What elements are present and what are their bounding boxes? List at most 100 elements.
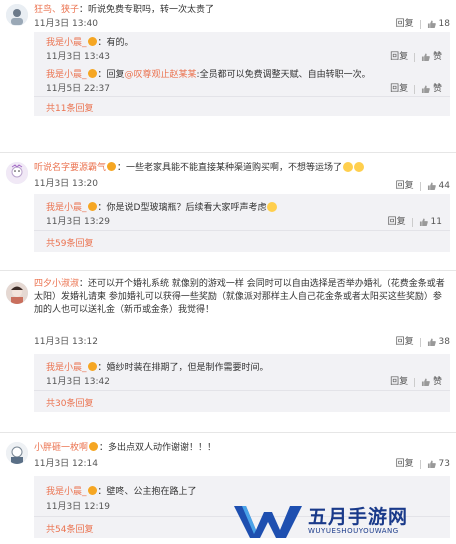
like-count: 11 bbox=[430, 217, 442, 227]
like-label: 赞 bbox=[432, 52, 442, 62]
username-link[interactable]: 四夕小淑淑 bbox=[34, 279, 79, 289]
comment: 听说名字要源霸气 ：一些老家具能不能直接某种渠道购买啊，不想等运场了 11月3日 … bbox=[0, 158, 456, 191]
comment-line: 四夕小淑淑：还可以开个婚礼系统 就像别的游戏一样 会同时可以自由选择是否举办婚礼… bbox=[34, 278, 446, 317]
like-icon[interactable] bbox=[421, 376, 430, 388]
vip-badge-icon bbox=[87, 69, 97, 78]
username-link[interactable]: 我是小晨_ bbox=[46, 203, 87, 213]
reply-line: 我是小晨_ ：你是说D型玻璃瓶？后续看大家呼声考虑 bbox=[46, 202, 278, 214]
comment-time: 11月3日 13:40 bbox=[34, 19, 98, 29]
reply-actions: 回复 赞 bbox=[390, 83, 442, 96]
reply-item: 我是小晨_ ：回复@叹尊观止赵某某:全员都可以免费调整天赋、自由转职一次。 11月… bbox=[34, 64, 450, 96]
like-count: 38 bbox=[438, 337, 450, 347]
comment: 狂鸟、狭子：听说免费专职吗，转一次太贵了 11月3日 13:40 回复 18 bbox=[0, 2, 456, 32]
reply-actions: 回复 赞 bbox=[390, 51, 442, 64]
reply-line: 我是小晨_ ：有的。 bbox=[46, 37, 134, 49]
reply-list: 我是小晨_ ：你是说D型玻璃瓶？后续看大家呼声考虑 11月3日 13:29 回复 … bbox=[34, 194, 450, 252]
username-link[interactable]: 我是小晨_ bbox=[46, 38, 87, 48]
reply-item: 我是小晨_ ：婚纱时装在排期了，但是制作需要时间。 11月3日 13:42 回复 … bbox=[34, 354, 450, 390]
reply-time: 11月5日 22:37 bbox=[46, 84, 110, 94]
avatar[interactable] bbox=[6, 442, 28, 464]
reply-time: 11月3日 13:42 bbox=[46, 377, 110, 387]
username-link[interactable]: 我是小晨_ bbox=[46, 487, 87, 497]
reply-text: ：婚纱时装在排期了，但是制作需要时间。 bbox=[97, 363, 269, 373]
avatar[interactable] bbox=[6, 282, 28, 304]
divider bbox=[411, 217, 413, 227]
avatar[interactable] bbox=[6, 4, 28, 26]
divider bbox=[0, 270, 456, 271]
username-link[interactable]: 我是小晨_ bbox=[46, 363, 87, 373]
reply-button[interactable]: 回复 bbox=[390, 83, 408, 95]
reply-list: 我是小晨_ ：有的。 11月3日 13:43 回复 赞 我是小晨_ ：回复@叹尊观止… bbox=[34, 32, 450, 116]
like-count: 18 bbox=[438, 19, 450, 29]
reply-line: 我是小晨_ ：壁咚、公主抱在路上了 bbox=[46, 486, 197, 498]
comment-actions: 回复 18 bbox=[396, 18, 450, 31]
like-icon[interactable] bbox=[427, 180, 436, 192]
vip-badge-icon bbox=[87, 37, 97, 46]
divider bbox=[419, 459, 421, 469]
emoji-icon bbox=[354, 162, 365, 172]
reply-button[interactable]: 回复 bbox=[390, 376, 408, 388]
vip-badge-icon bbox=[87, 202, 97, 211]
comment-line: 小胖砸一枚啊 ：多出点双人动作谢谢！！！ bbox=[34, 442, 216, 454]
divider bbox=[414, 377, 416, 387]
watermark-logo: 五月手游网 WUYUESHOUYOUWANG bbox=[232, 500, 452, 540]
reply-item: 我是小晨_ ：有的。 11月3日 13:43 回复 赞 bbox=[34, 32, 450, 64]
divider bbox=[414, 84, 416, 94]
comment-text: ：听说免费专职吗，转一次太贵了 bbox=[79, 5, 215, 15]
reply-button[interactable]: 回复 bbox=[396, 336, 414, 348]
username-link[interactable]: 狂鸟、狭子 bbox=[34, 5, 79, 15]
like-icon[interactable] bbox=[427, 458, 436, 470]
comment-line: 狂鸟、狭子：听说免费专职吗，转一次太贵了 bbox=[34, 4, 214, 16]
more-replies-link[interactable]: 共54条回复 bbox=[46, 522, 93, 535]
username-link[interactable]: 听说名字要源霸气 bbox=[34, 163, 106, 173]
like-icon[interactable] bbox=[419, 216, 428, 228]
emoji-icon bbox=[343, 162, 354, 172]
reply-time: 11月3日 13:29 bbox=[46, 217, 110, 227]
more-replies-link[interactable]: 共59条回复 bbox=[46, 236, 93, 249]
vip-badge-icon bbox=[87, 486, 97, 495]
like-icon[interactable] bbox=[427, 336, 436, 348]
more-replies: 共11条回复 bbox=[34, 96, 450, 116]
reply-button[interactable]: 回复 bbox=[388, 216, 406, 228]
reply-text: ：你是说D型玻璃瓶？后续看大家呼声考虑 bbox=[97, 203, 267, 213]
more-replies-link[interactable]: 共30条回复 bbox=[46, 396, 93, 409]
reply-actions: 回复 赞 bbox=[390, 376, 442, 389]
more-replies: 共59条回复 bbox=[34, 230, 450, 252]
username-link[interactable]: 我是小晨_ bbox=[46, 70, 87, 80]
like-icon[interactable] bbox=[421, 83, 430, 95]
reply-button[interactable]: 回复 bbox=[396, 18, 414, 30]
reply-button[interactable]: 回复 bbox=[390, 51, 408, 63]
watermark-title: 五月手游网 bbox=[308, 506, 409, 528]
vip-badge-icon bbox=[107, 162, 117, 171]
reply-list: 我是小晨_ ：婚纱时装在排期了，但是制作需要时间。 11月3日 13:42 回复 … bbox=[34, 354, 450, 412]
like-icon[interactable] bbox=[427, 18, 436, 30]
like-label: 赞 bbox=[432, 377, 442, 387]
reply-text: :全员都可以免费调整天赋、自由转职一次。 bbox=[196, 70, 371, 80]
comment-actions: 回复 44 bbox=[396, 180, 450, 193]
username-link[interactable]: 小胖砸一枚啊 bbox=[34, 443, 88, 453]
clap-emoji-icon bbox=[267, 202, 278, 212]
reply-text: ：有的。 bbox=[97, 38, 134, 48]
comment-time: 11月3日 13:12 bbox=[34, 337, 98, 347]
avatar[interactable] bbox=[6, 162, 28, 184]
divider bbox=[419, 337, 421, 347]
reply-button[interactable]: 回复 bbox=[396, 458, 414, 470]
reply-prefix: ：回复 bbox=[97, 70, 125, 80]
divider bbox=[0, 432, 456, 433]
divider bbox=[419, 181, 421, 191]
reply-time: 11月3日 12:19 bbox=[46, 502, 110, 512]
more-replies: 共30条回复 bbox=[34, 390, 450, 412]
reply-button[interactable]: 回复 bbox=[396, 180, 414, 192]
comment-thread: 听说名字要源霸气 ：一些老家具能不能直接某种渠道购买啊，不想等运场了 11月3日 … bbox=[0, 158, 456, 252]
reply-actions: 回复 11 bbox=[388, 216, 442, 229]
comment: 小胖砸一枚啊 ：多出点双人动作谢谢！！！ 11月3日 12:14 回复 73 bbox=[0, 438, 456, 471]
comment-actions: 回复 73 bbox=[396, 458, 450, 471]
w-logo-icon bbox=[234, 506, 302, 538]
like-icon[interactable] bbox=[421, 51, 430, 63]
comment-text: ：一些老家具能不能直接某种渠道购买啊，不想等运场了 bbox=[117, 163, 343, 173]
more-replies-link[interactable]: 共11条回复 bbox=[46, 101, 93, 114]
divider bbox=[0, 152, 456, 153]
like-count: 73 bbox=[438, 459, 450, 469]
reply-text: ：壁咚、公主抱在路上了 bbox=[97, 487, 197, 497]
mention-link[interactable]: @叹尊观止赵某某 bbox=[125, 70, 197, 80]
